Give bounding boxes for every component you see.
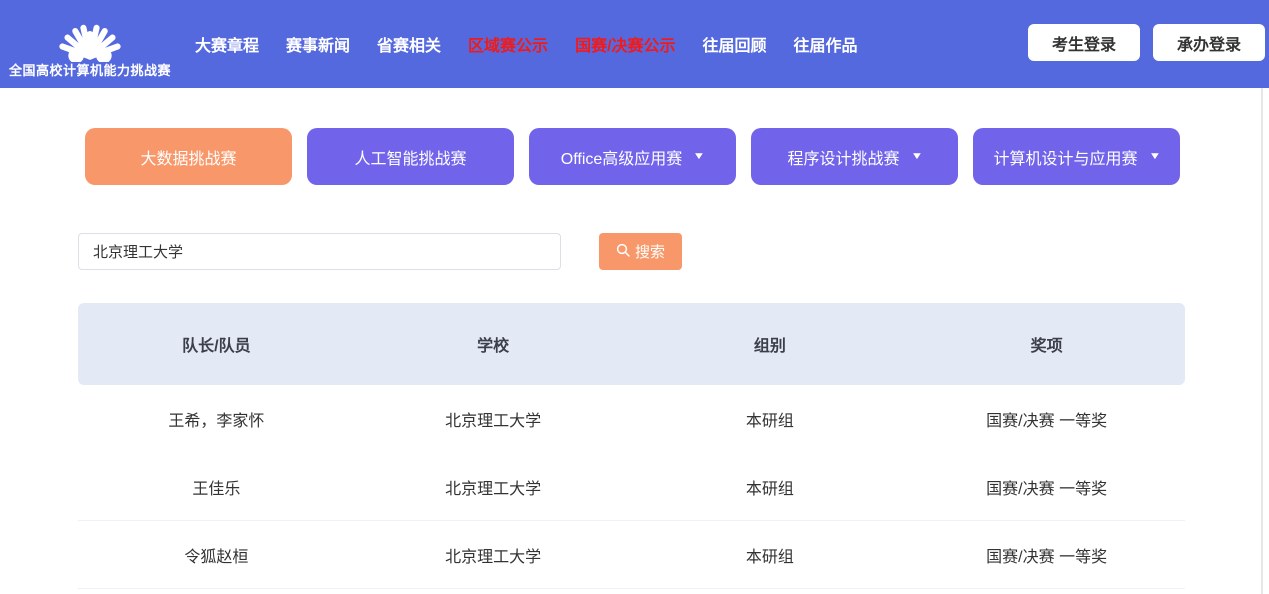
nav-item-past-works[interactable]: 往届作品 (794, 32, 858, 56)
tab-computer-design[interactable]: 计算机设计与应用赛 ▼ (973, 128, 1180, 185)
table-row: 令狐赵桓 北京理工大学 本研组 国赛/决赛 一等奖 (78, 521, 1185, 589)
cell-group: 本研组 (632, 543, 909, 567)
column-header-school: 学校 (355, 332, 632, 356)
page-content: 大数据挑战赛 人工智能挑战赛 Office高级应用赛 ▼ 程序设计挑战赛 ▼ 计… (0, 88, 1269, 589)
table-row: 王希，李家怀 北京理工大学 本研组 国赛/决赛 一等奖 (78, 385, 1185, 453)
column-header-group: 组别 (632, 332, 909, 356)
main-nav: 大赛章程 赛事新闻 省赛相关 区域赛公示 国赛/决赛公示 往届回顾 往届作品 (195, 32, 858, 56)
tab-label: 程序设计挑战赛 (788, 145, 900, 169)
login-actions: 考生登录 承办登录 (1028, 24, 1265, 61)
cell-team: 王佳乐 (78, 475, 355, 499)
table-header-row: 队长/队员 学校 组别 奖项 (78, 303, 1185, 385)
table-row: 王佳乐 北京理工大学 本研组 国赛/决赛 一等奖 (78, 453, 1185, 521)
nav-item-news[interactable]: 赛事新闻 (286, 32, 350, 56)
cell-group: 本研组 (632, 407, 909, 431)
tab-ai[interactable]: 人工智能挑战赛 (307, 128, 514, 185)
organizer-login-button[interactable]: 承办登录 (1153, 24, 1265, 61)
cell-award: 国赛/决赛 一等奖 (908, 407, 1185, 431)
tab-label: 计算机设计与应用赛 (994, 145, 1138, 169)
chevron-down-icon: ▼ (910, 151, 923, 162)
cell-school: 北京理工大学 (355, 543, 632, 567)
tab-label: 人工智能挑战赛 (354, 145, 466, 169)
vertical-scrollbar-track[interactable] (1261, 88, 1263, 594)
cell-school: 北京理工大学 (355, 407, 632, 431)
nav-item-past-review[interactable]: 往届回顾 (703, 32, 767, 56)
nav-item-provincial[interactable]: 省赛相关 (377, 32, 441, 56)
tab-big-data[interactable]: 大数据挑战赛 (85, 128, 292, 185)
cell-team: 王希，李家怀 (78, 407, 355, 431)
tab-label: Office高级应用赛 (561, 145, 683, 169)
cell-school: 北京理工大学 (355, 475, 632, 499)
search-bar: 搜索 (78, 233, 1269, 270)
nav-item-regional-announcement[interactable]: 区域赛公示 (468, 32, 548, 56)
cell-team: 令狐赵桓 (78, 543, 355, 567)
tab-label: 大数据挑战赛 (140, 145, 236, 169)
search-button-label: 搜索 (635, 241, 665, 262)
results-table: 队长/队员 学校 组别 奖项 王希，李家怀 北京理工大学 本研组 国赛/决赛 一… (78, 303, 1185, 589)
cell-group: 本研组 (632, 475, 909, 499)
cell-award: 国赛/决赛 一等奖 (908, 475, 1185, 499)
tab-office[interactable]: Office高级应用赛 ▼ (529, 128, 736, 185)
contest-tabs: 大数据挑战赛 人工智能挑战赛 Office高级应用赛 ▼ 程序设计挑战赛 ▼ 计… (85, 128, 1269, 185)
tab-programming[interactable]: 程序设计挑战赛 ▼ (751, 128, 958, 185)
column-header-award: 奖项 (908, 332, 1185, 356)
candidate-login-button[interactable]: 考生登录 (1028, 24, 1140, 61)
cell-award: 国赛/决赛 一等奖 (908, 543, 1185, 567)
chevron-down-icon: ▼ (1148, 151, 1161, 162)
search-button[interactable]: 搜索 (599, 233, 682, 270)
chevron-down-icon: ▼ (693, 151, 706, 162)
column-header-team: 队长/队员 (78, 332, 355, 356)
brand-logo[interactable]: 全国高校计算机能力挑战赛 (0, 2, 180, 86)
top-navbar: 全国高校计算机能力挑战赛 大赛章程 赛事新闻 省赛相关 区域赛公示 国赛/决赛公… (0, 0, 1269, 88)
nav-item-national-final-announcement[interactable]: 国赛/决赛公示 (575, 32, 675, 56)
brand-title: 全国高校计算机能力挑战赛 (9, 60, 171, 79)
nav-item-charter[interactable]: 大赛章程 (195, 32, 259, 56)
search-icon (616, 243, 630, 261)
fan-rays-logo-icon (38, 2, 142, 62)
school-search-input[interactable] (78, 233, 561, 270)
